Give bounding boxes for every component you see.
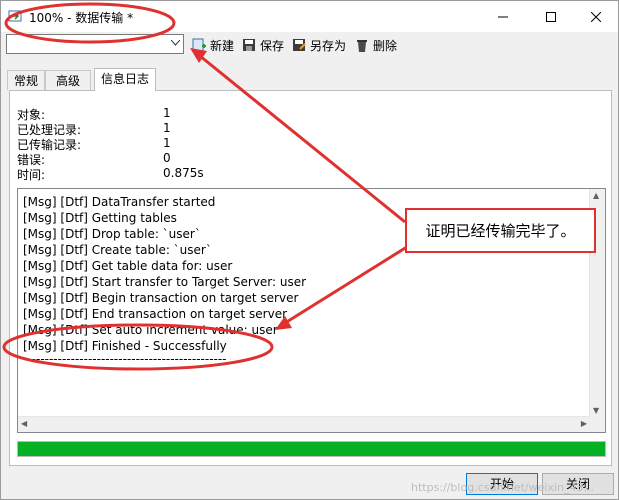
log-line: [Msg] [Dtf] End transaction on target se…: [23, 307, 288, 321]
log-line: [Msg] [Dtf] Drop table: `user`: [23, 227, 201, 241]
stat-value-objects: 1: [163, 106, 171, 120]
save-as-button-label: 另存为: [310, 38, 347, 53]
log-line: [Msg] [Dtf] DataTransfer started: [23, 195, 216, 209]
tab-general-label: 常规: [13, 74, 38, 88]
save-button[interactable]: 保存: [241, 36, 284, 54]
tab-advanced-label: 高级: [55, 74, 80, 88]
log-line: [Msg] [Dtf] Start transfer to Target Ser…: [23, 275, 307, 289]
log-line: [Msg] [Dtf] Begin transaction on target …: [23, 291, 299, 305]
watermark: https://blog.csdn.net/weixin_43...: [411, 481, 595, 494]
toolbar: 新建 保存 另存为 删除: [1, 32, 618, 60]
log-line: [Msg] [Dtf] Get table data for: user: [23, 259, 233, 273]
save-as-icon: [291, 37, 307, 53]
trash-icon: [354, 37, 370, 53]
progress-bar: [17, 441, 606, 457]
scroll-up-icon[interactable]: ▲: [593, 191, 599, 200]
scroll-right-icon[interactable]: ▶: [581, 419, 587, 428]
minimize-icon: [498, 16, 508, 17]
scroll-down-icon[interactable]: ▼: [593, 406, 599, 415]
log-line: [Msg] [Dtf] Finished - Successfully: [23, 339, 227, 353]
stat-value-processed: 1: [163, 121, 171, 135]
profile-combo[interactable]: [6, 34, 184, 54]
scroll-left-icon[interactable]: ◀: [21, 419, 27, 428]
chevron-down-icon: [171, 40, 180, 46]
window-title: 100% - 数据传输 *: [29, 11, 134, 25]
app-icon: [8, 9, 22, 23]
log-line: [Msg] [Dtf] Getting tables: [23, 211, 177, 225]
log-line: [Msg] [Dtf] Set auto increment value: us…: [23, 323, 278, 337]
tab-info-log[interactable]: 信息日志: [94, 68, 156, 91]
maximize-icon: [546, 11, 556, 22]
annotation-box: 证明已经传输完毕了。: [405, 208, 596, 253]
stat-value-time: 0.875s: [163, 166, 204, 180]
horizontal-scrollbar[interactable]: ◀ ▶: [18, 416, 590, 432]
tab-advanced[interactable]: 高级: [45, 70, 91, 90]
minimize-button[interactable]: [480, 1, 526, 32]
title-bar: 100% - 数据传输 *: [1, 1, 618, 32]
annotation-text: 证明已经传输完毕了。: [425, 222, 576, 240]
save-button-label: 保存: [260, 38, 285, 53]
tab-info-log-label: 信息日志: [100, 72, 149, 86]
delete-button-label: 删除: [373, 38, 398, 53]
stat-value-errors: 0: [163, 151, 171, 165]
close-icon: [591, 11, 601, 22]
save-icon: [241, 37, 257, 53]
close-button[interactable]: [573, 1, 619, 32]
new-button[interactable]: 新建: [191, 36, 234, 54]
info-log-panel: 对象: 1 已处理记录: 1 已传输记录: 1 错误: 0 时间: 0.875s…: [9, 90, 612, 466]
tab-general[interactable]: 常规: [7, 70, 45, 90]
progress-fill: [18, 442, 605, 456]
new-file-icon: [191, 37, 207, 53]
stat-label-time: 时间:: [17, 168, 46, 182]
new-button-label: 新建: [210, 38, 235, 53]
maximize-button[interactable]: [528, 1, 574, 32]
delete-button[interactable]: 删除: [354, 36, 397, 54]
log-line: [Msg] [Dtf] Create table: `user`: [23, 243, 212, 257]
log-line: ----------------------------------------…: [23, 352, 227, 366]
save-as-button[interactable]: 另存为: [291, 36, 346, 54]
stat-value-transferred: 1: [163, 136, 171, 150]
